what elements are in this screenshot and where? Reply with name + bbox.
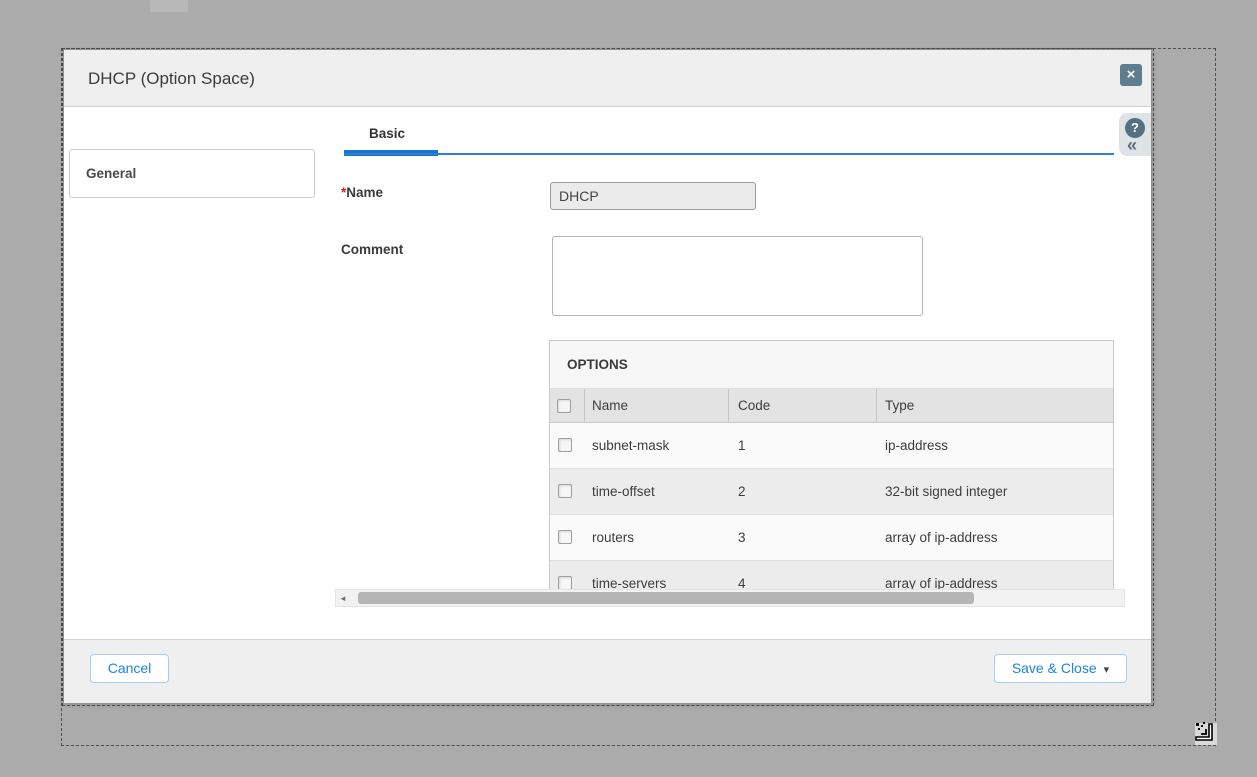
row-checkbox[interactable]: [558, 530, 572, 544]
cell-code: 3: [738, 515, 746, 560]
column-divider: [876, 389, 877, 422]
column-header-name[interactable]: Name: [592, 389, 628, 422]
cell-code: 2: [738, 469, 746, 514]
column-divider: [584, 389, 585, 422]
horizontal-scrollbar[interactable]: ◄: [335, 589, 1125, 607]
column-header-code[interactable]: Code: [738, 389, 770, 422]
resize-cursor-icon[interactable]: [1193, 721, 1218, 746]
help-panel: ? «: [1119, 113, 1151, 156]
collapse-panel-icon[interactable]: «: [1127, 135, 1137, 155]
scroll-left-arrow-icon[interactable]: ◄: [339, 594, 347, 603]
scrollbar-thumb[interactable]: [358, 592, 974, 604]
table-header-row: Name Code Type: [550, 389, 1113, 423]
background-window-fragment: [150, 0, 188, 12]
dialog-title: DHCP (Option Space): [88, 50, 255, 107]
cell-type: array of ip-address: [885, 515, 998, 560]
dialog-header[interactable]: DHCP (Option Space): [64, 50, 1151, 107]
cell-code: 1: [738, 423, 746, 468]
options-table: OPTIONS Name Code Type subnet-mask 1 ip-…: [549, 340, 1114, 607]
cell-name: routers: [592, 515, 634, 560]
cell-type: ip-address: [885, 423, 948, 468]
name-field-label: *Name: [341, 185, 383, 200]
table-row[interactable]: routers 3 array of ip-address: [550, 515, 1113, 561]
dhcp-option-space-dialog: DHCP (Option Space) × ? « Basic General …: [63, 49, 1152, 703]
options-section-header: OPTIONS: [550, 341, 1113, 389]
cell-type: 32-bit signed integer: [885, 469, 1007, 514]
save-and-close-label: Save & Close: [1012, 660, 1097, 676]
table-row[interactable]: time-offset 2 32-bit signed integer: [550, 469, 1113, 515]
column-divider: [728, 389, 729, 422]
sidebar-item-label: General: [86, 150, 136, 197]
cell-name: subnet-mask: [592, 423, 669, 468]
row-checkbox[interactable]: [558, 438, 572, 452]
comment-textarea[interactable]: [552, 236, 923, 316]
tab-underline: [344, 153, 1114, 155]
row-checkbox[interactable]: [558, 576, 572, 590]
cancel-button[interactable]: Cancel: [90, 654, 169, 683]
row-checkbox[interactable]: [558, 484, 572, 498]
name-input[interactable]: [550, 182, 756, 210]
comment-field-label: Comment: [341, 242, 403, 257]
save-and-close-button[interactable]: Save & Close ▾: [994, 654, 1127, 683]
options-section-title: OPTIONS: [550, 341, 1113, 388]
tab-basic[interactable]: Basic: [369, 126, 405, 141]
cell-name: time-offset: [592, 469, 655, 514]
table-row[interactable]: subnet-mask 1 ip-address: [550, 423, 1113, 469]
close-icon[interactable]: ×: [1120, 64, 1142, 86]
column-header-type[interactable]: Type: [885, 389, 914, 422]
dialog-footer: Cancel Save & Close ▾: [64, 639, 1151, 703]
select-all-checkbox[interactable]: [557, 399, 571, 413]
dropdown-caret-icon[interactable]: ▾: [1104, 664, 1110, 676]
desktop-canvas: DHCP (Option Space) × ? « Basic General …: [0, 0, 1257, 777]
sidebar-item-general[interactable]: General: [69, 149, 315, 198]
